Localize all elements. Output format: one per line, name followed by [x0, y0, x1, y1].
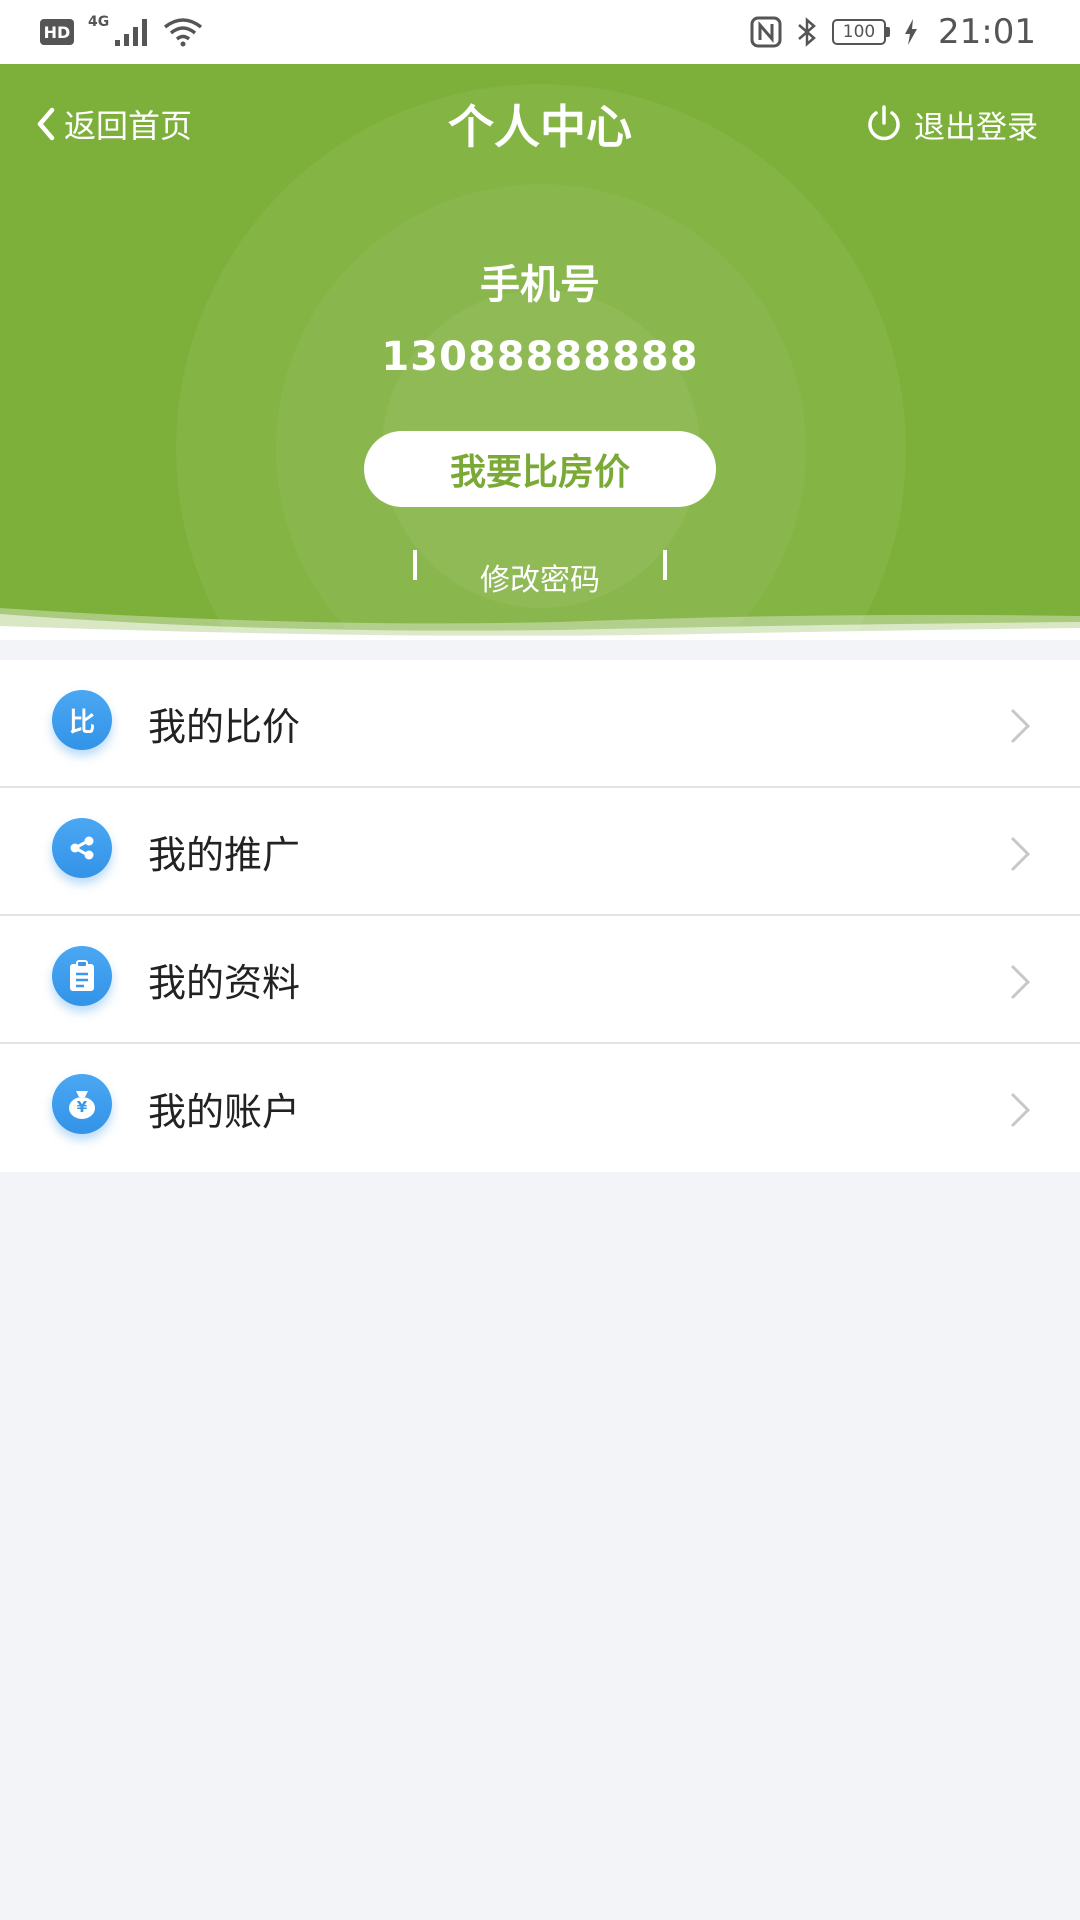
clipboard-icon: [52, 946, 112, 1006]
menu-item-my-compare[interactable]: 比 我的比价: [0, 660, 1080, 788]
bluetooth-icon: [798, 17, 816, 47]
menu-item-my-profile[interactable]: 我的资料: [0, 916, 1080, 1044]
header-wave: [0, 608, 1080, 640]
power-icon: [868, 105, 900, 141]
status-left: HD 4G: [40, 14, 203, 47]
chevron-right-icon: [1010, 708, 1031, 744]
charging-icon: [905, 19, 918, 45]
menu-item-my-account[interactable]: ¥ 我的账户: [0, 1044, 1080, 1172]
status-bar: HD 4G 100 21:01: [0, 0, 1080, 64]
menu-item-label: 我的资料: [148, 960, 301, 1005]
profile-header: 返回首页 个人中心 退出登录 手机号 13088888888 我要比房价 修改密…: [0, 64, 1080, 640]
network-type: 4G: [88, 14, 110, 30]
status-right: 100 21:01: [750, 12, 1036, 52]
chevron-right-icon: [1010, 1092, 1031, 1128]
compare-price-button[interactable]: 我要比房价: [364, 431, 716, 507]
chevron-right-icon: [1010, 836, 1031, 872]
chevron-left-icon: [37, 107, 55, 141]
back-home-label: 返回首页: [64, 107, 193, 145]
change-password-link[interactable]: 修改密码: [417, 555, 663, 599]
phone-number: 13088888888: [381, 334, 699, 380]
money-bag-icon: ¥: [52, 1074, 112, 1134]
change-password-row: 修改密码: [0, 540, 1080, 598]
clock: 21:01: [938, 12, 1036, 52]
chevron-right-icon: [1010, 964, 1031, 1000]
hd-badge: HD: [40, 19, 74, 45]
menu-item-label: 我的比价: [148, 704, 301, 749]
menu-item-label: 我的推广: [148, 832, 301, 877]
phone-label: 手机号: [480, 262, 600, 308]
menu-item-label: 我的账户: [148, 1089, 301, 1134]
battery-level: 100: [832, 19, 887, 45]
nfc-icon: [750, 16, 782, 48]
back-home-button[interactable]: 返回首页: [34, 101, 192, 147]
wifi-icon: [164, 18, 203, 47]
share-icon: [52, 818, 112, 878]
divider-right: [663, 550, 667, 580]
menu-list: 比 我的比价 我的推广 我的资料 ¥ 我的账户: [0, 660, 1080, 1172]
top-nav: 返回首页 个人中心 退出登录: [0, 84, 1080, 164]
logout-button[interactable]: 退出登录: [864, 102, 1038, 147]
logout-label: 退出登录: [914, 109, 1038, 146]
compare-icon: 比: [52, 690, 112, 750]
battery-icon: 100: [832, 19, 891, 45]
signal-icon: [115, 19, 148, 46]
menu-item-my-promotion[interactable]: 我的推广: [0, 788, 1080, 916]
